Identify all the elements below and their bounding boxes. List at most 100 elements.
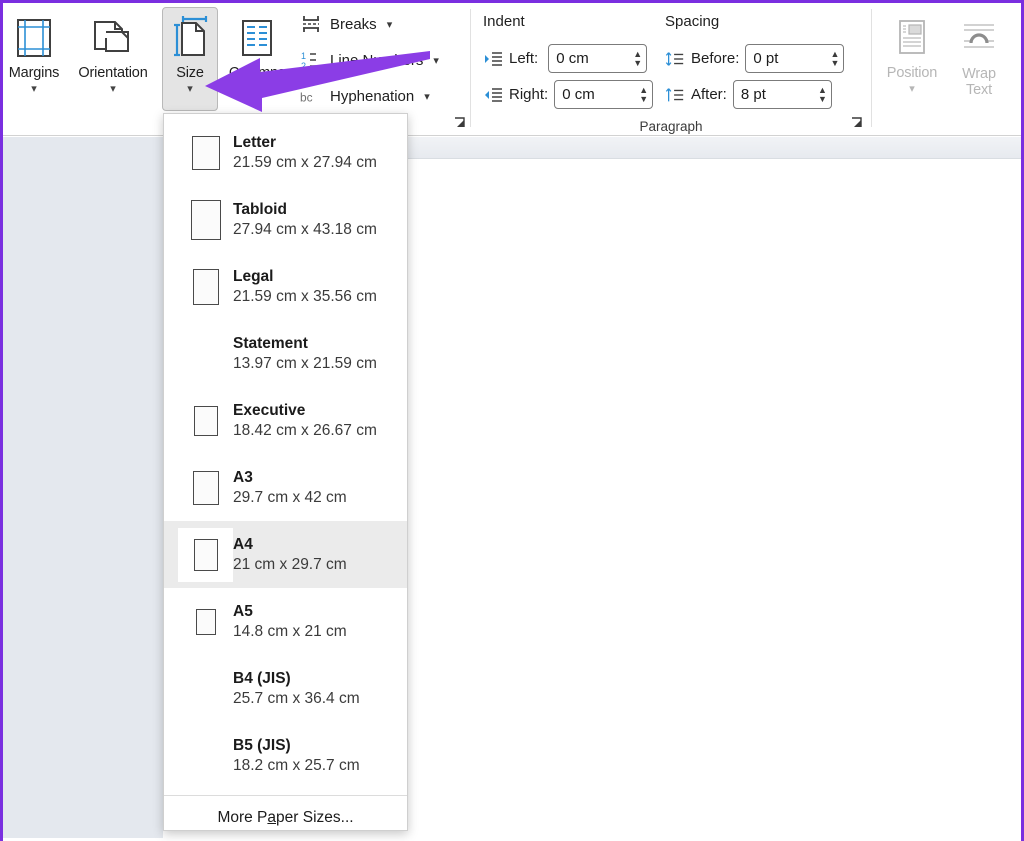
hyphenation-command[interactable]: bc Hyphenation ▾ [296, 81, 434, 111]
document-left-margin-area [3, 137, 163, 838]
indent-right-value: 0 cm [562, 86, 595, 103]
size-menu-item-text: Letter 21.59 cm x 27.94 cm [233, 134, 377, 172]
chevron-down-icon[interactable]: ▾ [187, 84, 193, 95]
orientation-button[interactable]: Orientation ▾ [68, 7, 158, 111]
paper-icon-shape [193, 405, 218, 436]
size-menu-item-name: A4 [233, 535, 253, 553]
size-menu-item-dimensions: 25.7 cm x 36.4 cm [233, 689, 360, 707]
size-label: Size [176, 65, 204, 81]
margins-label: Margins [8, 65, 60, 81]
size-menu-item-name: Letter [233, 133, 277, 151]
paper-icon-shape [195, 608, 216, 635]
position-label: Position [886, 65, 938, 81]
svg-text:1: 1 [301, 51, 306, 61]
size-menu-item[interactable]: B4 (JIS) 25.7 cm x 36.4 cm [164, 655, 407, 722]
spacing-before-input[interactable]: 0 pt ▲ ▼ [745, 44, 845, 73]
wrap-text-button[interactable]: Wrap Text [948, 7, 1010, 111]
size-menu-item[interactable]: Letter 21.59 cm x 27.94 cm [164, 119, 407, 186]
size-menu-item-name: A5 [233, 602, 253, 620]
size-dropdown-menu[interactable]: Letter 21.59 cm x 27.94 cm Tabloid 27.94 cm… [163, 113, 408, 831]
size-menu-item-name: Legal [233, 267, 274, 285]
bring-forward-button[interactable]: Fo [1012, 7, 1024, 111]
spacing-after-label: After: [691, 86, 727, 103]
size-menu-item-dimensions: 21.59 cm x 35.56 cm [233, 287, 377, 305]
more-paper-sizes-accel: a [267, 809, 277, 826]
chevron-down-icon[interactable]: ▾ [433, 54, 439, 67]
spinner-arrows[interactable]: ▲ ▼ [639, 85, 648, 103]
breaks-command[interactable]: Breaks ▾ [296, 9, 396, 39]
paper-icon-shape [192, 268, 219, 305]
paper-icon [178, 394, 233, 448]
page-setup-dialog-launcher[interactable] [452, 115, 468, 131]
wrap-text-label-line1: Wrap [962, 66, 996, 82]
size-menu-item-text: B4 (JIS) 25.7 cm x 36.4 cm [233, 670, 360, 708]
paper-icon [178, 193, 233, 247]
spinner-arrows[interactable]: ▲ ▼ [633, 49, 642, 67]
size-menu-item-name: A3 [233, 468, 253, 486]
size-menu-item[interactable]: Statement 13.97 cm x 21.59 cm [164, 320, 407, 387]
line-numbers-command[interactable]: 1 2 Line Numbers ▾ [296, 45, 443, 75]
more-paper-sizes-suffix: per Sizes... [276, 809, 354, 826]
size-menu-item-text: Tabloid 27.94 cm x 43.18 cm [233, 201, 377, 239]
paragraph-group-label: Paragraph [639, 119, 703, 134]
paper-icon-shape [191, 135, 220, 170]
indent-right-input[interactable]: 0 cm ▲ ▼ [554, 80, 654, 109]
size-menu-item-dimensions: 18.42 cm x 26.67 cm [233, 421, 377, 439]
size-menu-item-dimensions: 21 cm x 29.7 cm [233, 555, 347, 573]
paper-icon-placeholder [178, 327, 233, 381]
indent-left-label: Left: [509, 50, 539, 67]
size-menu-item[interactable]: A4 21 cm x 29.7 cm [164, 521, 407, 588]
spacing-after-input[interactable]: 8 pt ▲ ▼ [732, 80, 832, 109]
size-menu-item[interactable]: Legal 21.59 cm x 35.56 cm [164, 253, 407, 320]
line-numbers-icon: 1 2 [300, 49, 322, 71]
size-menu-item[interactable]: A5 14.8 cm x 21 cm [164, 588, 407, 655]
more-paper-sizes-item[interactable]: More Pa per Sizes... [164, 796, 407, 840]
position-button[interactable]: Position ▾ [878, 7, 946, 111]
indent-left-value: 0 cm [556, 50, 589, 67]
size-button[interactable]: Size ▾ [162, 7, 218, 111]
chevron-down-icon[interactable]: ▾ [110, 84, 116, 95]
chevron-down-icon[interactable]: ▾ [909, 84, 915, 95]
spinner-arrows[interactable]: ▲ ▼ [830, 49, 839, 67]
size-menu-item[interactable]: Executive 18.42 cm x 26.67 cm [164, 387, 407, 454]
size-menu-item-text: Legal 21.59 cm x 35.56 cm [233, 268, 377, 306]
paper-icon [178, 126, 233, 180]
chevron-down-icon[interactable]: ▾ [424, 90, 430, 103]
wrap-text-label-line2: Text [966, 82, 992, 99]
indent-left-input[interactable]: 0 cm ▲ ▼ [548, 44, 648, 73]
spacing-title: Spacing [665, 13, 720, 30]
document-page-area[interactable] [408, 159, 1021, 838]
columns-button[interactable]: Columns [224, 7, 290, 111]
margins-button[interactable]: Margins ▾ [2, 7, 66, 111]
chevron-down-icon[interactable]: ▾ [31, 84, 37, 95]
size-menu-item-dimensions: 13.97 cm x 21.59 cm [233, 354, 377, 372]
indent-title: Indent [483, 13, 525, 30]
columns-label: Columns [228, 65, 286, 81]
spacing-before-value: 0 pt [753, 50, 779, 67]
size-menu-item-dimensions: 14.8 cm x 21 cm [233, 622, 347, 640]
indent-right-icon [483, 85, 503, 105]
paragraph-dialog-launcher[interactable] [849, 115, 865, 131]
paper-icon [178, 260, 233, 314]
spinner-arrows[interactable]: ▲ ▼ [818, 85, 827, 103]
size-menu-item-dimensions: 29.7 cm x 42 cm [233, 488, 347, 506]
orientation-icon [90, 10, 136, 66]
size-menu-item[interactable]: Tabloid 27.94 cm x 43.18 cm [164, 186, 407, 253]
size-menu-item-text: A4 21 cm x 29.7 cm [233, 536, 347, 574]
paper-icon-shape [193, 538, 218, 571]
size-menu-item[interactable]: A3 29.7 cm x 42 cm [164, 454, 407, 521]
size-menu-item-name: B5 (JIS) [233, 736, 291, 754]
size-menu-item[interactable]: B5 (JIS) 18.2 cm x 25.7 cm [164, 722, 407, 789]
arrange-group: Position ▾ Wrap Text [872, 3, 1024, 135]
svg-text:2: 2 [301, 61, 306, 71]
breaks-label: Breaks [330, 15, 377, 33]
paper-icon [178, 527, 233, 582]
horizontal-ruler[interactable] [408, 137, 1021, 159]
size-menu-item-text: A3 29.7 cm x 42 cm [233, 469, 347, 507]
position-icon [892, 10, 932, 66]
size-menu-item-name: Executive [233, 401, 306, 419]
chevron-down-icon[interactable]: ▾ [387, 18, 393, 31]
breaks-icon [300, 13, 322, 35]
spacing-before-label: Before: [691, 50, 740, 67]
size-icon [168, 10, 212, 66]
